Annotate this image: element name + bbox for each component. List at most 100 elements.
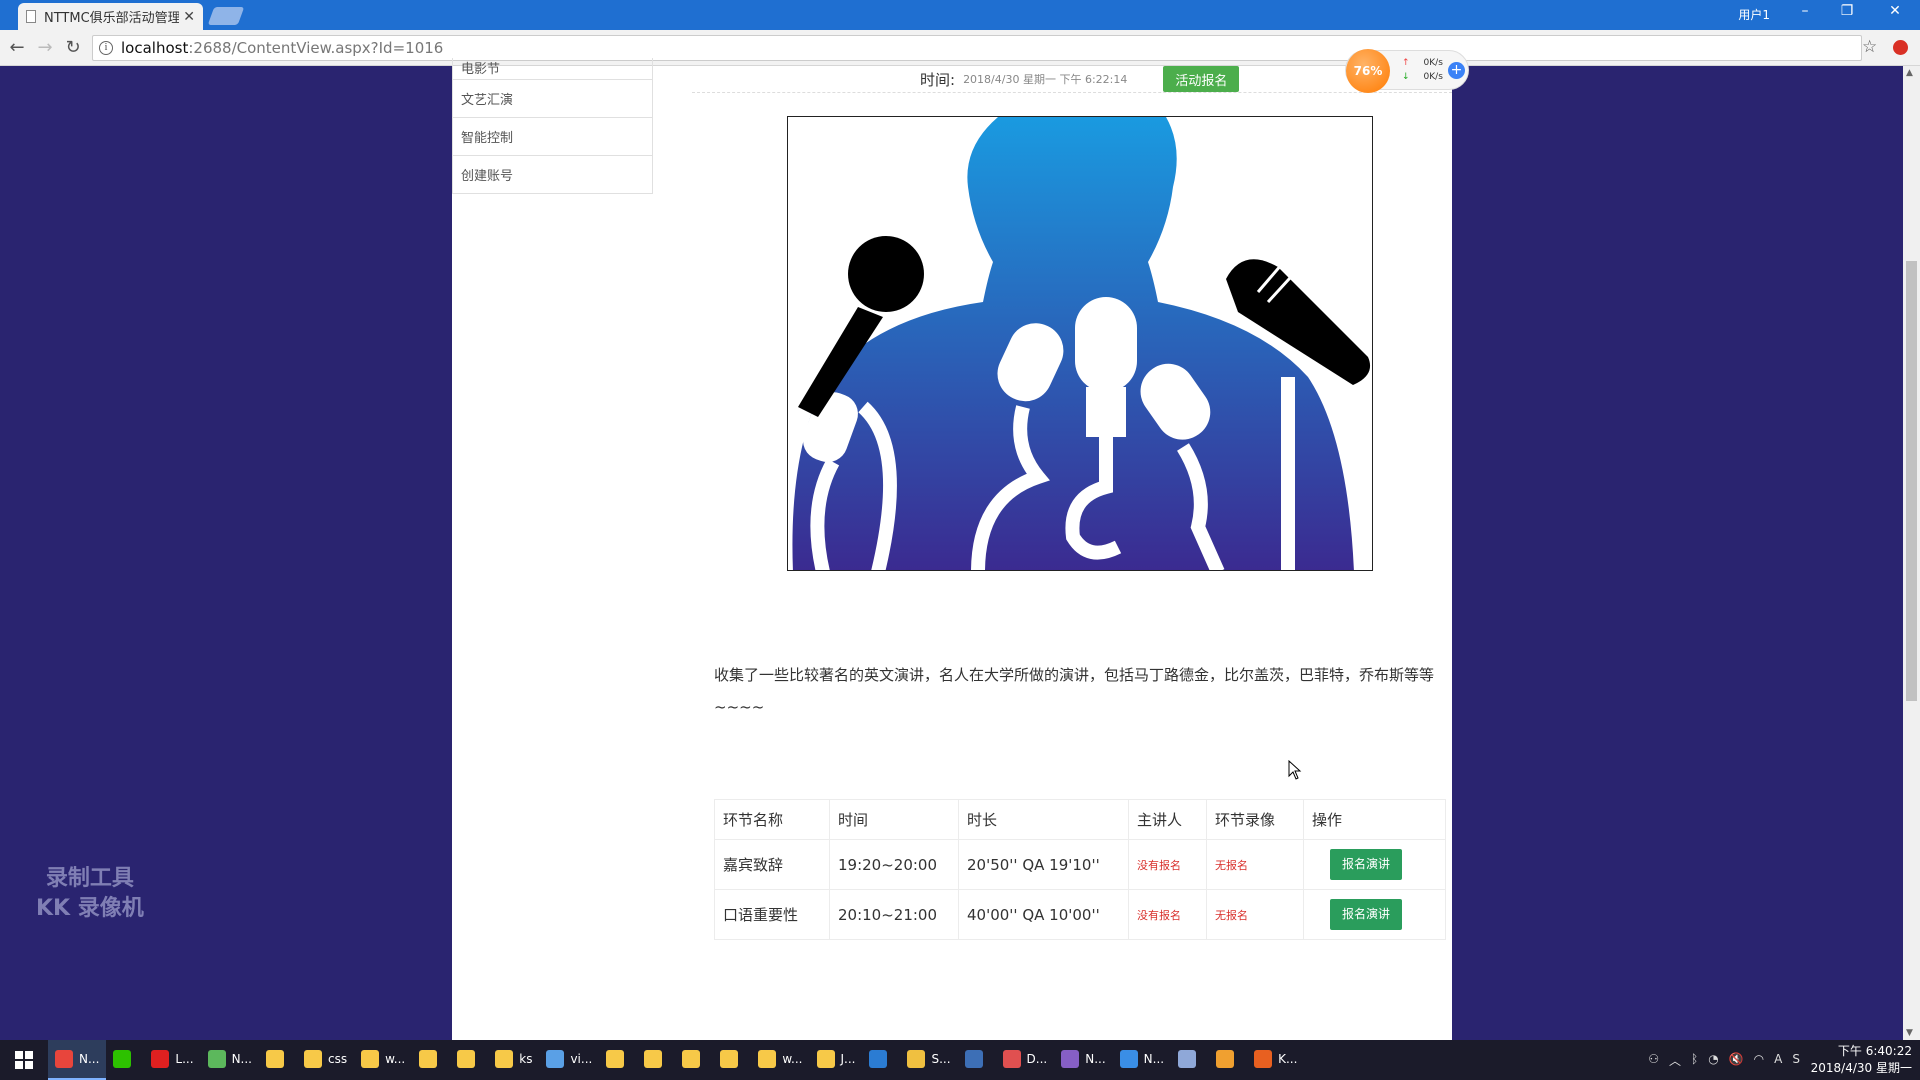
cell-action: 报名演讲	[1303, 889, 1446, 940]
taskbar-item[interactable]: J...	[810, 1040, 863, 1080]
scroll-down-icon[interactable]: ▼	[1906, 1028, 1913, 1038]
taskbar-item[interactable]	[958, 1040, 996, 1080]
site-info-icon[interactable]: i	[99, 41, 113, 55]
sogou-icon[interactable]: S	[1792, 1052, 1800, 1069]
volume-muted-icon[interactable]: 🔇	[1729, 1052, 1744, 1069]
sidebar-item-film-festival[interactable]: 电影节	[452, 58, 653, 80]
col-header-speaker: 主讲人	[1128, 799, 1207, 840]
taskbar-item[interactable]: N...	[1113, 1040, 1171, 1080]
input-method-icon[interactable]: A	[1774, 1052, 1782, 1069]
taskbar-item[interactable]	[106, 1040, 144, 1080]
taskbar-item[interactable]	[637, 1040, 675, 1080]
signup-speech-button[interactable]: 报名演讲	[1330, 899, 1403, 930]
new-tab-button[interactable]	[207, 7, 245, 25]
network-icon[interactable]: ◔	[1708, 1052, 1718, 1069]
taskbar-item[interactable]: K...	[1247, 1040, 1304, 1080]
browser-titlebar: NTTMC俱乐部活动管理 ✕ 用户1 – ❐ ✕	[0, 0, 1920, 30]
taskbar-item[interactable]	[1171, 1040, 1209, 1080]
chrome-icon	[55, 1050, 73, 1068]
folder-icon	[644, 1050, 663, 1068]
taskbar-item-label: w...	[385, 1052, 406, 1066]
taskbar-item[interactable]	[599, 1040, 637, 1080]
taskbar-item[interactable]: S...	[900, 1040, 957, 1080]
taskbar-item-label: N...	[231, 1052, 252, 1066]
folder-icon	[265, 1050, 284, 1068]
taskbar-item-label: J...	[840, 1052, 856, 1066]
page-scrollbar[interactable]: ▲ ▼	[1903, 66, 1920, 1040]
people-icon[interactable]: ⚇	[1648, 1052, 1659, 1069]
taskbar-item[interactable]	[862, 1040, 900, 1080]
bluetooth-icon[interactable]: ᛒ	[1691, 1052, 1698, 1069]
taskbar-item[interactable]	[412, 1040, 450, 1080]
taskbar-item[interactable]: ks	[488, 1040, 539, 1080]
start-button[interactable]	[0, 1040, 48, 1080]
taskbar-clock[interactable]: 下午 6:40:22 2018/4/30 星期一	[1811, 1043, 1912, 1077]
signup-speech-button[interactable]: 报名演讲	[1330, 849, 1403, 880]
forward-arrow-icon[interactable]: →	[34, 37, 56, 58]
plus-icon[interactable]: +	[1448, 62, 1465, 79]
folder-icon	[303, 1050, 322, 1068]
extension-icon[interactable]	[1893, 40, 1908, 55]
activity-signup-button[interactable]: 活动报名	[1163, 66, 1240, 92]
taskbar-item[interactable]: w...	[751, 1040, 809, 1080]
url-input[interactable]: i localhost:2688/ContentView.aspx?Id=101…	[92, 35, 1862, 61]
taskbar-item[interactable]: css	[297, 1040, 354, 1080]
sidebar-item-create-account[interactable]: 创建账号	[452, 156, 653, 194]
time-value: 2018/4/30 星期一 下午 6:22:14	[963, 73, 1128, 86]
memory-usage-ball[interactable]: 76%	[1346, 49, 1390, 93]
table-row: 嘉宾致辞 19:20~20:00 20'50'' QA 19'10'' 没有报名…	[714, 839, 1446, 890]
taskbar-item[interactable]	[675, 1040, 713, 1080]
cell-name: 口语重要性	[714, 889, 830, 940]
chevron-up-icon[interactable]: ︿	[1669, 1052, 1681, 1069]
scroll-up-icon[interactable]: ▲	[1906, 68, 1913, 78]
taskbar-item[interactable]: w...	[354, 1040, 412, 1080]
minimize-icon[interactable]: –	[1790, 3, 1820, 19]
tab-close-button[interactable]: ✕	[183, 9, 195, 25]
restore-icon[interactable]: ❐	[1832, 3, 1862, 19]
bookmark-star-icon[interactable]: ☆	[1862, 37, 1877, 57]
network-speed-widget[interactable]: 76% ↑ 0K/s ↓ 0K/s +	[1345, 49, 1469, 93]
netease-icon	[151, 1050, 170, 1068]
back-arrow-icon[interactable]: ←	[6, 37, 28, 58]
taskbar-item-label: w...	[782, 1052, 803, 1066]
address-toolbar: ← → ↻ i localhost:2688/ContentView.aspx?…	[0, 30, 1920, 66]
taskbar-item[interactable]: L...	[144, 1040, 200, 1080]
download-arrow-icon: ↓	[1402, 72, 1410, 82]
cell-time: 19:20~20:00	[829, 839, 959, 890]
taskbar-item[interactable]: N...	[1054, 1040, 1112, 1080]
taskbar-item[interactable]	[259, 1040, 297, 1080]
taskbar-item-label: ks	[519, 1052, 533, 1066]
taskbar-item[interactable]: D...	[996, 1040, 1055, 1080]
reload-icon[interactable]: ↻	[62, 37, 84, 58]
taskbar-item[interactable]	[450, 1040, 488, 1080]
recorder-watermark: 录制工具 KK 录像机	[36, 864, 144, 924]
browser-tab[interactable]: NTTMC俱乐部活动管理 ✕	[18, 3, 203, 30]
time-label: 时间:	[920, 70, 956, 89]
visualstudio-icon	[1061, 1050, 1080, 1068]
word-icon	[869, 1050, 888, 1068]
sidebar-item-smart-control[interactable]: 智能控制	[452, 118, 653, 156]
col-header-duration: 时长	[958, 799, 1129, 840]
folder-icon	[682, 1050, 701, 1068]
tab-title: NTTMC俱乐部活动管理	[44, 11, 180, 26]
sidebar-item-performance[interactable]: 文艺汇演	[452, 80, 653, 118]
folder-icon	[457, 1050, 476, 1068]
taskbar-item[interactable]: N...	[48, 1040, 107, 1080]
taskbar-item-label: N...	[79, 1052, 100, 1066]
taskbar-item[interactable]: N...	[201, 1040, 259, 1080]
profile-label[interactable]: 用户1	[1738, 6, 1770, 23]
taskbar-item[interactable]	[1209, 1040, 1247, 1080]
wifi-icon[interactable]: ◠	[1754, 1052, 1764, 1069]
folder-icon	[758, 1050, 777, 1068]
scroll-thumb[interactable]	[1906, 261, 1917, 701]
table-row: 口语重要性 20:10~21:00 40'00'' QA 10'00'' 没有报…	[714, 889, 1446, 940]
cell-video: 无报名	[1206, 889, 1304, 940]
cell-name: 嘉宾致辞	[714, 839, 830, 890]
taskbar-item[interactable]	[713, 1040, 751, 1080]
taskbar-item-label: K...	[1278, 1052, 1298, 1066]
cell-speaker: 没有报名	[1128, 839, 1207, 890]
close-window-icon[interactable]: ✕	[1880, 3, 1910, 19]
taskbar-item[interactable]: vi...	[539, 1040, 599, 1080]
folder-icon	[361, 1050, 380, 1068]
cell-video: 无报名	[1206, 839, 1304, 890]
